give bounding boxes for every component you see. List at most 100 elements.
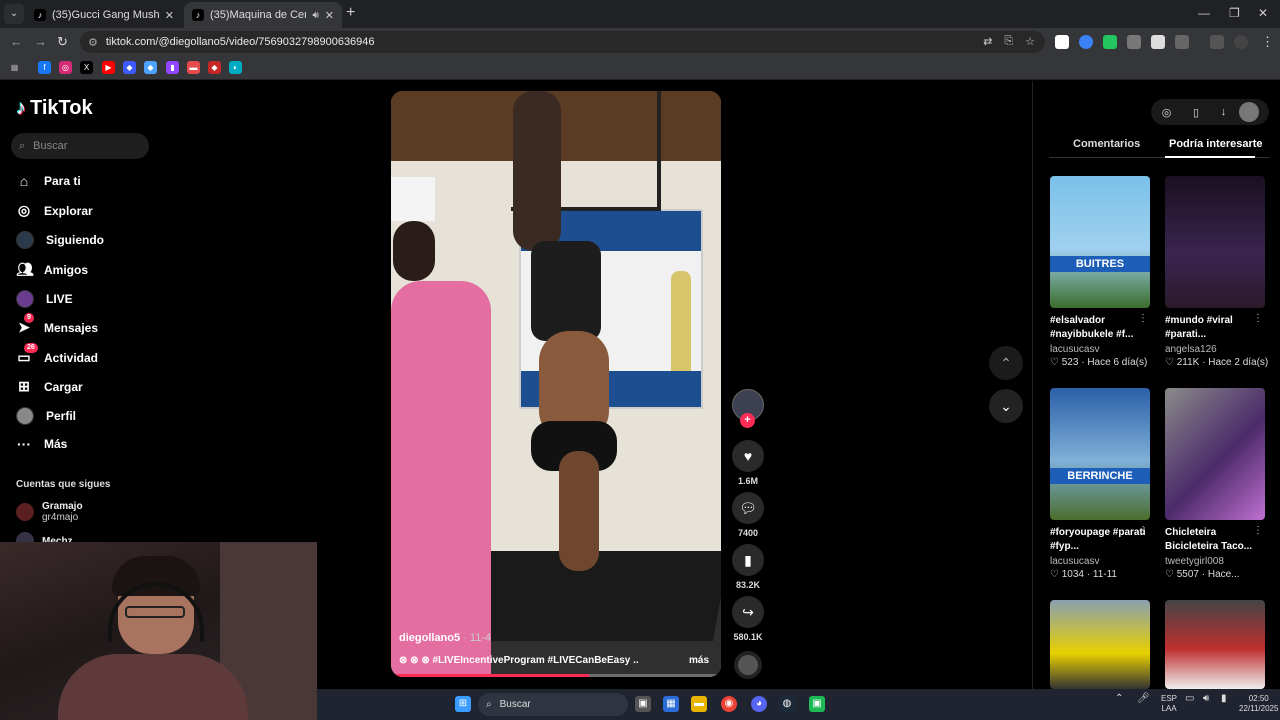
extension-icon[interactable] [1127, 35, 1141, 49]
more-options-icon[interactable]: ⋮ [1138, 313, 1148, 324]
recommended-video-card[interactable]: ⋮ #mundo #viral #parati... angelsa126 ♡ … [1165, 176, 1268, 368]
tab-comentarios[interactable]: Comentarios [1073, 138, 1140, 150]
follow-plus-icon[interactable]: + [740, 413, 755, 428]
close-tab-icon[interactable]: ✕ [165, 9, 174, 22]
restore-icon[interactable]: ❐ [1229, 6, 1240, 20]
menu-icon[interactable]: ⋮ [1261, 34, 1274, 50]
author-name[interactable]: diegollano5 [399, 632, 460, 644]
puzzle-icon[interactable] [1175, 35, 1189, 49]
bookmark-icon[interactable]: ◐ [229, 61, 242, 74]
nav-amigos[interactable]: 👥︎ Amigos [16, 261, 88, 278]
search-input[interactable]: ⌕ Buscar [11, 133, 149, 159]
discord-icon[interactable]: ◕ [751, 696, 767, 712]
card-user[interactable]: tweetygirl008 [1165, 556, 1267, 567]
facebook-icon[interactable]: f [38, 61, 51, 74]
like-heart-icon[interactable]: ♥ [732, 440, 764, 472]
tab-active[interactable]: ♪ (35)Maquina de Cerdos y S 🔊︎ ✕ [184, 2, 342, 28]
extension-icon[interactable] [1079, 35, 1093, 49]
profile-avatar[interactable] [1239, 102, 1259, 122]
youtube-icon[interactable]: ▶ [102, 61, 115, 74]
recommended-video-card[interactable] [1165, 600, 1267, 689]
x-icon[interactable]: X [80, 61, 93, 74]
microphone-icon[interactable]: 🎤︎ [1137, 694, 1150, 704]
nav-live[interactable]: LIVE [16, 290, 73, 308]
video-progress-bar[interactable] [391, 674, 721, 677]
comment-icon[interactable]: 💬︎ [732, 492, 764, 524]
nav-actividad[interactable]: ▭ 26 Actividad [16, 343, 98, 366]
nav-perfil[interactable]: Perfil [16, 407, 76, 425]
bookmark-star-icon[interactable]: ☆ [1025, 35, 1035, 48]
video-description[interactable]: ⊗ ⊗ ⊗ #LIVEIncentiveProgram #LIVECanBeEa… [399, 655, 639, 666]
compass-icon[interactable]: ◎ [1162, 106, 1172, 119]
card-user[interactable]: lacusucasv [1050, 556, 1152, 567]
recommended-video-card[interactable]: ⋮ Chicleteira Bicicleteira Taco... tweet… [1165, 388, 1267, 580]
steam-icon[interactable]: ◍ [779, 696, 795, 712]
card-user[interactable]: angelsa126 [1165, 344, 1267, 355]
card-user[interactable]: lacusucasv [1050, 344, 1152, 355]
back-icon[interactable]: ← [10, 34, 23, 49]
tab-search-button[interactable]: ⌄ [4, 4, 24, 24]
music-disc-icon[interactable] [734, 651, 762, 679]
more-options-icon[interactable]: ⋮ [1138, 525, 1148, 536]
apps-icon[interactable]: ▦ [8, 61, 21, 74]
nav-para-ti[interactable]: ⌂ Para ti [16, 173, 81, 189]
translate-icon[interactable]: ⇄ [983, 35, 992, 48]
video-player[interactable]: diegollano5 · 11-4 ⊗ ⊗ ⊗ #LIVEIncentiveP… [391, 91, 721, 677]
close-tab-icon[interactable]: ✕ [325, 9, 334, 22]
clock[interactable]: 02:50 22/11/2025 [1239, 694, 1278, 714]
media-icon[interactable] [1210, 35, 1224, 49]
file-explorer-icon[interactable]: ▬ [691, 696, 707, 712]
bookmark-icon[interactable]: ◆ [123, 61, 136, 74]
download-icon[interactable]: ↓ [1221, 106, 1227, 118]
site-info-icon[interactable]: ⚙ [88, 36, 98, 49]
bookmark-icon[interactable]: ▬ [187, 61, 200, 74]
previous-video-chevron-up-icon[interactable]: ⌃ [989, 346, 1023, 380]
new-tab-icon[interactable]: + [346, 4, 355, 22]
taskbar-search[interactable]: ⌕ Buscar [478, 693, 628, 716]
more-options-icon[interactable]: ⋮ [1253, 313, 1263, 324]
bookmark-icon[interactable]: ◆ [144, 61, 157, 74]
tiktok-logo[interactable]: ♪ TikTok [16, 97, 93, 120]
language-indicator[interactable]: ESP LAA [1161, 694, 1177, 714]
store-icon[interactable]: ▦ [663, 696, 679, 712]
network-icon[interactable]: ▭ [1185, 694, 1194, 704]
tab-podria-interesarte[interactable]: Podría interesarte [1169, 138, 1263, 150]
install-icon[interactable]: ⎘ [1004, 35, 1013, 48]
forward-icon[interactable]: → [34, 34, 47, 49]
bookmark-icon[interactable]: ◆ [208, 61, 221, 74]
video-author[interactable]: diegollano5 · 11-4 [399, 632, 491, 644]
tray-chevron-up-icon[interactable]: ⌃ [1115, 694, 1123, 704]
recommended-video-card[interactable] [1050, 600, 1152, 689]
url-bar[interactable]: ⚙ tiktok.com/@diegollano5/video/75690327… [80, 31, 1045, 53]
recommended-video-card[interactable]: BUITRES ⋮ #elsalvador #nayibbukele #f...… [1050, 176, 1152, 368]
windows-start-icon[interactable]: ⊞ [455, 696, 471, 712]
device-icon[interactable]: ▯ [1193, 106, 1199, 119]
bookmark-icon[interactable]: ▮ [732, 544, 764, 576]
following-account[interactable]: Gramajo gr4majo [16, 501, 83, 523]
twitch-icon[interactable]: ▮ [166, 61, 179, 74]
nav-cargar[interactable]: ⊞ Cargar [16, 378, 83, 395]
shield-extension-icon[interactable] [1103, 35, 1117, 49]
recommended-video-card[interactable]: BERRINCHE ⋮ #foryoupage #parati #fyp... … [1050, 388, 1152, 580]
extension-icon[interactable] [1151, 35, 1165, 49]
share-icon[interactable]: ↪ [732, 596, 764, 628]
minimize-icon[interactable]: — [1198, 6, 1210, 20]
close-window-icon[interactable]: ✕ [1258, 6, 1268, 20]
task-view-icon[interactable]: ▣ [635, 696, 651, 712]
nav-mas[interactable]: ··· Más [16, 436, 67, 452]
extension-icon[interactable] [1055, 35, 1069, 49]
chrome-icon[interactable]: ◉ [721, 696, 737, 712]
nav-siguiendo[interactable]: Siguiendo [16, 231, 104, 249]
next-video-chevron-down-icon[interactable]: ⌄ [989, 389, 1023, 423]
instagram-icon[interactable]: ◎ [59, 61, 72, 74]
speaker-icon[interactable]: 🔊︎ [312, 10, 318, 21]
more-options-icon[interactable]: ⋮ [1253, 525, 1263, 536]
more-button[interactable]: más [689, 655, 709, 666]
url-text[interactable]: tiktok.com/@diegollano5/video/7569032798… [106, 36, 375, 48]
profile-avatar[interactable] [1234, 35, 1248, 49]
battery-icon[interactable]: ▮ [1221, 694, 1227, 704]
reload-icon[interactable]: ↻ [57, 34, 68, 50]
nav-explorar[interactable]: ◎ Explorar [16, 202, 93, 219]
tab-inactive[interactable]: ♪ (35)Gucci Gang Mushroom Art ✕ [26, 2, 182, 28]
nav-mensajes[interactable]: ➤ 9 Mensajes [16, 313, 98, 336]
